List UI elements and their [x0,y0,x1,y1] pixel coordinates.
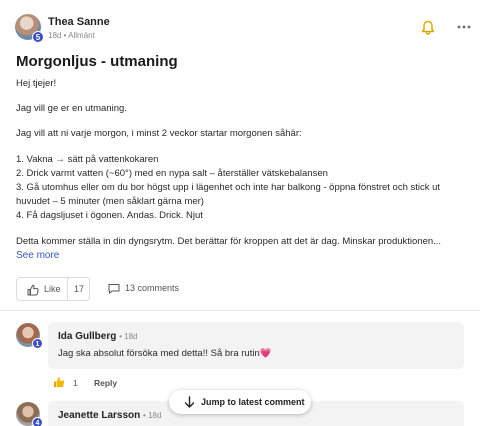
comments-count: 13 comments [125,283,180,293]
comment-bubble: Ida Gullberg • 18d Jag ska absolut försö… [48,322,464,369]
arrow-down-icon [184,396,195,408]
post-paragraph: Detta kommer ställa in din dyngsrytm. De… [16,236,442,247]
post-paragraph: Jag vill att ni varje morgon, i minst 2 … [16,128,302,139]
level-badge: 5 [32,31,44,43]
comments-button[interactable]: 13 comments [106,277,196,301]
reply-button[interactable]: Reply [94,378,117,388]
comment-actions: 1 Reply [53,376,173,390]
jump-label: Jump to latest comment [201,397,305,407]
comment-time: 18d [148,411,162,420]
post-list-item: 1. Vakna → sätt på vattenkokaren [16,154,159,165]
comment-author[interactable]: Jeanette Larsson • 18d [58,410,161,421]
post-list-item: 2. Drick varmt vatten (~60°) med en nypa… [16,168,328,179]
author-name[interactable]: Thea Sanne [48,16,110,28]
like-label: Like [44,284,61,294]
like-count[interactable]: 17 [74,284,84,294]
comment-author-name[interactable]: Jeanette Larsson [58,410,140,421]
see-more-link[interactable]: See more [16,250,59,261]
thumbs-up-icon[interactable] [53,376,65,388]
thumbs-up-icon [27,284,39,296]
post-header: 5 Thea Sanne 18d • Allmänt [15,14,471,44]
post-paragraph: Jag vill ge er en utmaning. [16,103,127,114]
level-badge: 4 [32,417,43,426]
comment-author-name[interactable]: Ida Gullberg [58,331,116,342]
comment-time: 18d [124,332,138,341]
comment-icon [108,284,120,294]
level-badge: 1 [32,338,43,349]
bell-icon[interactable] [421,20,435,36]
more-horizontal-icon[interactable] [457,22,471,32]
comment-text: Jag ska absolut försöka med detta!! Så b… [58,348,272,359]
section-divider [0,310,480,311]
jump-to-latest-button[interactable]: Jump to latest comment [169,390,311,414]
post-list-item: huvudet – 5 minuter (men såklart gärna m… [16,196,204,207]
post-meta: 18d • Allmänt [48,31,95,40]
post-card: 5 Thea Sanne 18d • Allmänt Morgonljus - … [0,0,480,426]
post-list-item: 3. Gå utomhus eller om du bor högst upp … [16,182,441,193]
like-button[interactable]: Like 17 [16,277,90,301]
post-paragraph: Hej tjejer! [16,78,57,89]
divider [67,278,68,300]
comment-author[interactable]: Ida Gullberg • 18d [58,331,138,342]
post-list-item: 4. Få dagsljuset i ögonen. Andas. Drick.… [16,210,203,221]
comment-text-body: Jag ska absolut försöka med detta!! Så b… [58,348,260,359]
heart-emoji: 💗 [259,348,272,359]
post-title: Morgonljus - utmaning [16,53,178,70]
comment-like-count[interactable]: 1 [73,378,78,388]
